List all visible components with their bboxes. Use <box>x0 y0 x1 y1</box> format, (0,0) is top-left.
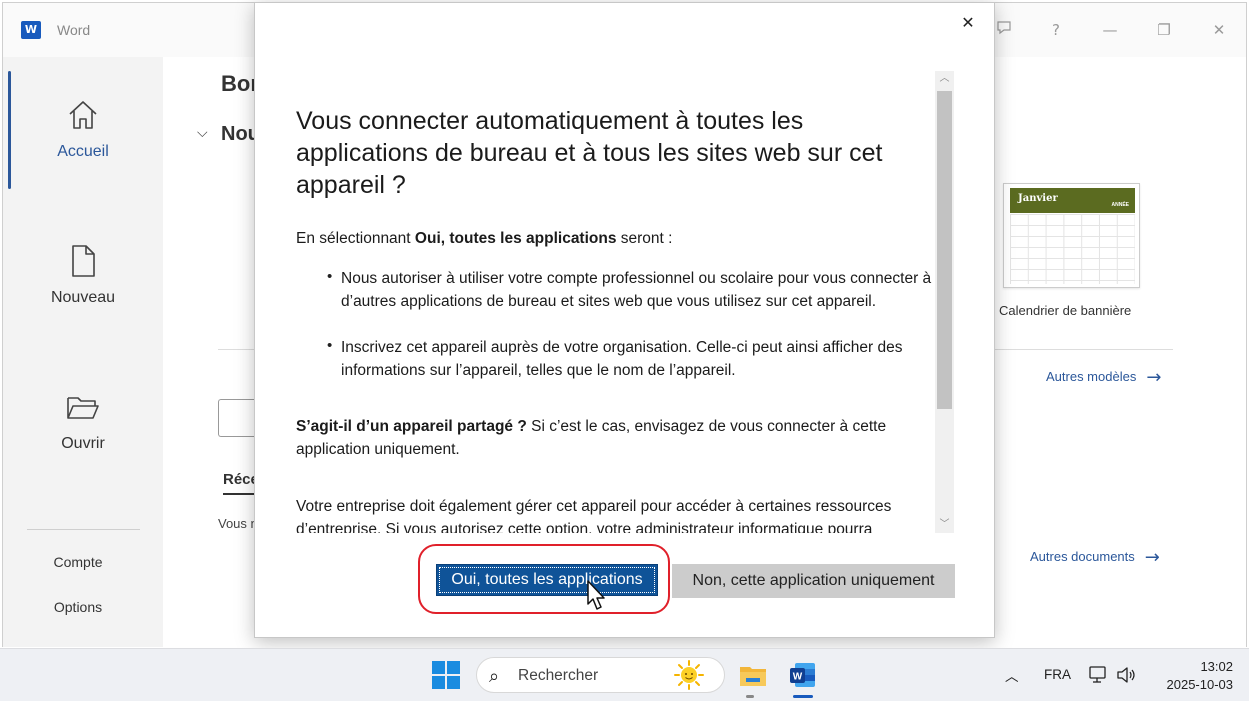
nav-open-label: Ouvrir <box>61 435 105 452</box>
mouse-cursor-icon <box>587 580 605 610</box>
home-icon <box>69 101 97 129</box>
language-indicator[interactable]: FRA <box>1044 667 1071 682</box>
yes-all-apps-button[interactable]: Oui, toutes les applications <box>436 564 658 596</box>
system-clock[interactable]: 13:02 2025-10-03 <box>1167 658 1234 694</box>
intro-suffix: seront : <box>616 230 673 247</box>
nav-home-label: Accueil <box>57 143 109 160</box>
app-title: Word <box>57 22 91 38</box>
taskbar-search[interactable]: ⌕ Rechercher <box>476 657 725 693</box>
network-icon[interactable] <box>1088 664 1110 686</box>
tray-expand-chevron-icon[interactable]: ︿ <box>1005 665 1019 685</box>
template-banner: Janvier ANNÉE <box>1010 188 1135 213</box>
shared-bold: S’agit-il d’un appareil partagé ? <box>296 418 527 435</box>
bullet-dot: • <box>327 337 333 354</box>
intro-prefix: En sélectionnant <box>296 230 415 247</box>
help-icon[interactable]: ? <box>1041 19 1071 41</box>
nav-new[interactable]: Nouveau <box>23 243 143 307</box>
clock-date: 2025-10-03 <box>1166 677 1234 692</box>
template-year: ANNÉE <box>1111 202 1129 208</box>
restore-icon[interactable]: ❐ <box>1149 19 1179 41</box>
dialog-manage-text: Votre entreprise doit également gérer ce… <box>296 498 892 533</box>
word-running-indicator <box>793 695 813 698</box>
scroll-down-icon[interactable]: ﹀ <box>935 517 954 533</box>
nav-account[interactable]: Compte <box>23 554 133 570</box>
taskbar-search-placeholder: Rechercher <box>518 667 599 684</box>
nav-home[interactable]: Accueil <box>23 97 143 161</box>
template-caption[interactable]: Calendrier de bannière <box>999 303 1131 318</box>
recent-empty-text: Vous n <box>218 516 258 531</box>
dialog-scrollbar[interactable]: ︿ ﹀ <box>935 71 954 533</box>
close-window-icon[interactable]: ✕ <box>1204 19 1234 41</box>
left-navigation: Accueil Nouveau Ouvrir Compte Options <box>3 57 163 647</box>
nav-divider <box>27 529 140 530</box>
more-documents-link[interactable]: Autres documents → <box>1030 547 1160 568</box>
dialog-close-icon[interactable]: ✕ <box>956 11 980 35</box>
arrow-right-icon: → <box>1146 367 1162 388</box>
template-thumbnail[interactable]: Janvier ANNÉE <box>1003 183 1140 288</box>
dialog-bullet-1: Nous autoriser à utiliser votre compte p… <box>341 270 932 310</box>
more-templates-link[interactable]: Autres modèles → <box>1046 367 1161 388</box>
intro-bold: Oui, toutes les applications <box>414 230 617 247</box>
word-logo-icon: W <box>21 21 41 39</box>
file-search-input[interactable] <box>218 399 258 437</box>
svg-text:W: W <box>793 672 803 683</box>
clock-time: 13:02 <box>1200 659 1233 674</box>
dialog-intro: En sélectionnant Oui, toutes les applica… <box>296 227 955 250</box>
arrow-right-icon: → <box>1144 547 1160 568</box>
open-folder-icon <box>67 397 99 419</box>
new-document-icon <box>72 245 95 277</box>
collapse-chevron-icon[interactable]: ⌵ <box>197 125 208 141</box>
no-this-app-only-button[interactable]: Non, cette application uniquement <box>672 564 955 598</box>
dialog-title: Vous connecter automatiquement à toutes … <box>296 107 883 199</box>
bullet-dot: • <box>327 268 333 285</box>
word-taskbar-icon[interactable]: W <box>788 660 818 690</box>
nav-open[interactable]: Ouvrir <box>23 389 143 453</box>
template-month: Janvier <box>1018 193 1058 204</box>
search-icon: ⌕ <box>489 666 500 687</box>
minimize-icon[interactable]: — <box>1095 19 1125 41</box>
taskbar: ⌕ Rechercher W ︿ FRA 13:02 2025-10-03 <box>0 648 1249 701</box>
scrollbar-thumb[interactable] <box>937 91 952 409</box>
more-templates-label: Autres modèles <box>1046 369 1137 384</box>
scroll-up-icon[interactable]: ︿ <box>935 71 954 87</box>
dialog-bullet-2: Inscrivez cet appareil auprès de votre o… <box>341 339 903 379</box>
nav-options[interactable]: Options <box>23 599 133 615</box>
dialog-scroll-area[interactable]: Vous connecter automatiquement à toutes … <box>255 71 955 533</box>
sso-dialog: ✕ Vous connecter automatiquement à toute… <box>254 2 995 638</box>
more-documents-label: Autres documents <box>1030 549 1135 564</box>
weather-sun-icon <box>674 660 704 690</box>
nav-selected-indicator <box>8 71 11 189</box>
file-explorer-icon[interactable] <box>738 660 768 690</box>
explorer-running-indicator <box>746 695 754 698</box>
windows-start-icon[interactable] <box>432 661 461 690</box>
template-calendar-grid <box>1010 214 1135 284</box>
volume-icon[interactable] <box>1115 664 1137 686</box>
nav-new-label: Nouveau <box>50 289 116 306</box>
dialog-shared-device: S’agit-il d’un appareil partagé ? Si c’e… <box>296 415 955 461</box>
